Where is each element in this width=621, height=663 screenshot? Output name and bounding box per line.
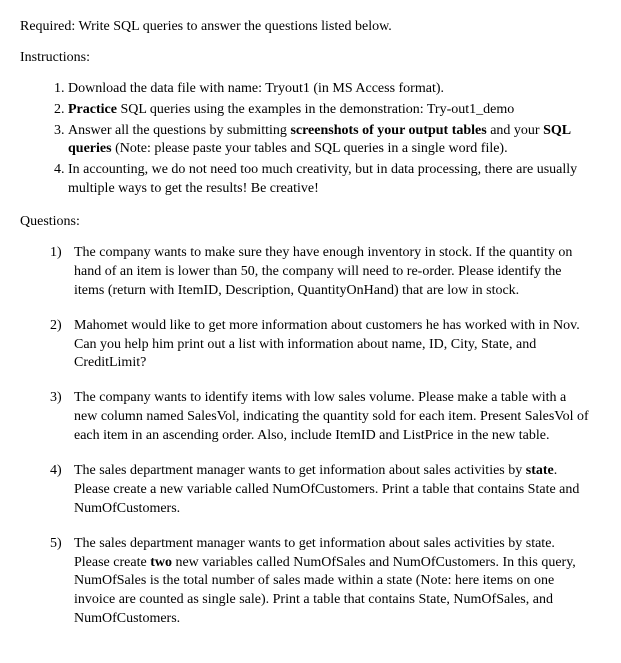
question-text: The sales department manager wants to ge… xyxy=(74,536,576,627)
question-text: The company wants to identify items with… xyxy=(74,390,589,443)
question-text: Mahomet would like to get more informati… xyxy=(74,318,580,371)
questions-label: Questions: xyxy=(20,213,601,232)
instructions-label: Instructions: xyxy=(20,49,601,68)
question-item: 2) Mahomet would like to get more informa… xyxy=(50,317,601,374)
question-text: The sales department manager wants to ge… xyxy=(74,463,579,516)
instruction-item: Answer all the questions by submitting s… xyxy=(68,122,601,160)
question-number: 2) xyxy=(50,317,62,336)
questions-list: 1) The company wants to make sure they ha… xyxy=(20,244,601,629)
question-item: 1) The company wants to make sure they ha… xyxy=(50,244,601,301)
question-text: The company wants to make sure they have… xyxy=(74,245,572,298)
question-number: 1) xyxy=(50,244,62,263)
instruction-item: In accounting, we do not need too much c… xyxy=(68,161,601,199)
required-line: Required: Write SQL queries to answer th… xyxy=(20,18,601,37)
question-number: 4) xyxy=(50,462,62,481)
question-item: 3) The company wants to identify items wi… xyxy=(50,389,601,446)
instruction-item: Download the data file with name: Tryout… xyxy=(68,80,601,99)
question-number: 5) xyxy=(50,535,62,554)
instructions-list: Download the data file with name: Tryout… xyxy=(20,80,601,199)
question-item: 5) The sales department manager wants to … xyxy=(50,535,601,629)
question-number: 3) xyxy=(50,389,62,408)
question-item: 4) The sales department manager wants to … xyxy=(50,462,601,519)
instruction-item: Practice SQL queries using the examples … xyxy=(68,101,601,120)
